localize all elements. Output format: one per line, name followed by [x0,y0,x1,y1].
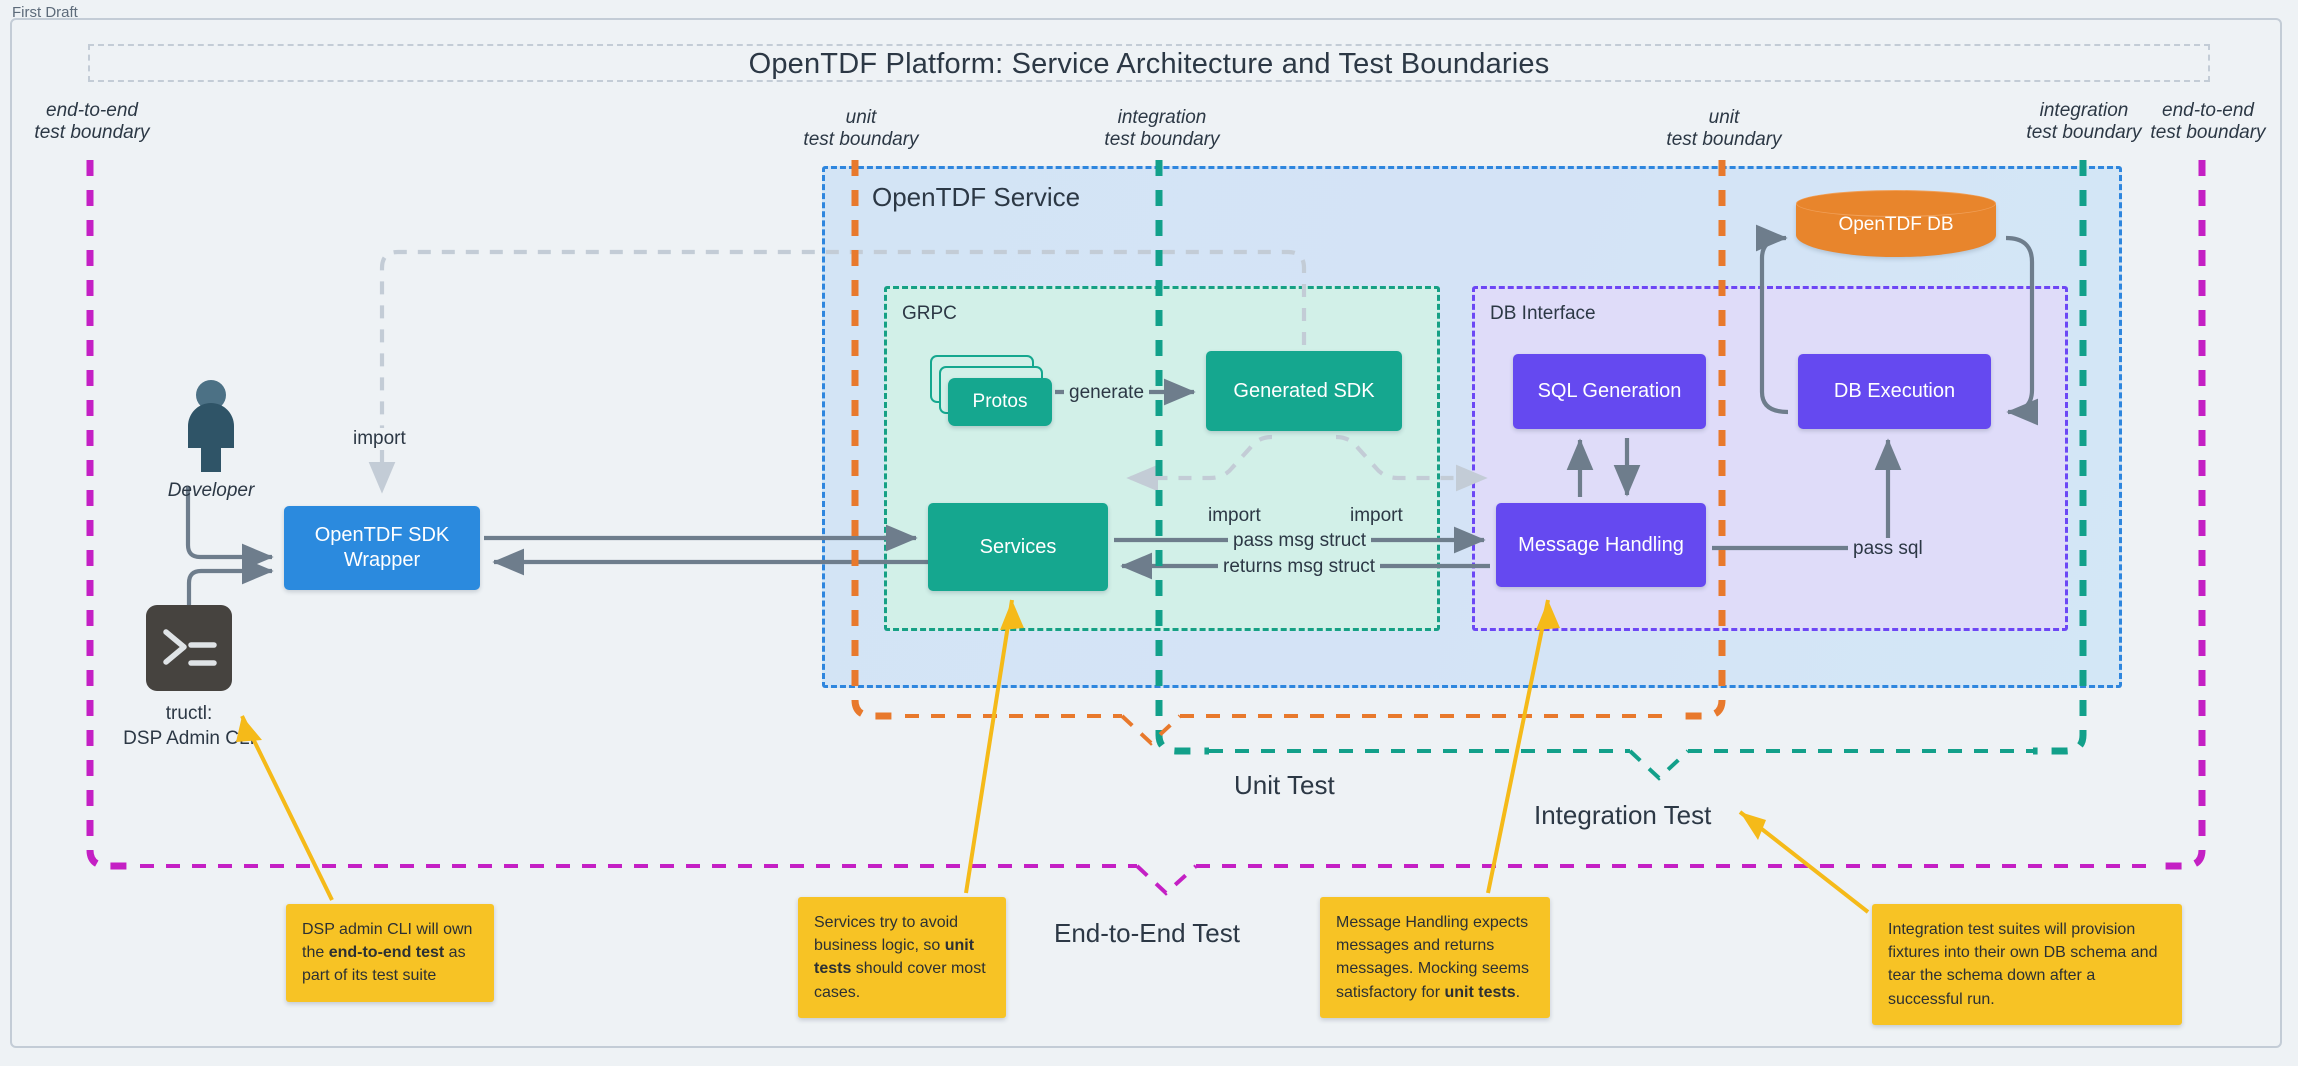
container-label-opentdf-service: OpenTDF Service [872,182,1081,212]
node-opentdf-sdk-wrapper[interactable]: OpenTDF SDK Wrapper [284,506,480,590]
note-message-handling: Message Handling expects messages and re… [1320,897,1550,1018]
boundary-caption-integ-left: integration test boundary [1104,107,1220,151]
boundary-caption-unit-left: unit test boundary [803,107,919,151]
protos-label: Protos [948,378,1052,426]
diagram-canvas: First Draft OpenTDF Platform: Service Ar… [0,0,2298,1066]
opentdf-db-label: OpenTDF DB [1838,214,1954,235]
node-message-handling[interactable]: Message Handling [1496,503,1706,587]
region-label-unit-test: Unit Test [1234,770,1335,800]
edge-label-pass-msg-struct: pass msg struct [1228,530,1372,552]
user-icon-svg [188,380,234,472]
edge-label-import-right: import [1345,505,1408,527]
container-label-db-interface: DB Interface [1490,303,1596,324]
developer-label: Developer [167,480,255,501]
node-protos[interactable]: Protos [930,355,1052,430]
db-cylinder-top [1796,190,1996,217]
boundary-caption-e2e-left: end-to-end test boundary [34,100,150,144]
node-opentdf-db[interactable]: OpenTDF DB [1796,190,1996,268]
terminal-icon [146,605,232,691]
note-cli: DSP admin CLI will own the end-to-end te… [286,904,494,1002]
user-icon [176,378,246,474]
node-db-execution[interactable]: DB Execution [1798,354,1991,429]
region-label-end-to-end-test: End-to-End Test [1054,918,1240,948]
edge-label-returns-msg-struct: returns msg struct [1218,556,1381,578]
node-sql-generation[interactable]: SQL Generation [1513,354,1706,429]
node-services[interactable]: Services [928,503,1108,591]
edge-label-import-top: import [348,428,411,450]
note-integration: Integration test suites will provision f… [1872,904,2182,1025]
node-generated-sdk[interactable]: Generated SDK [1206,351,1402,431]
terminal-icon-svg [163,629,217,666]
boundary-caption-unit-right: unit test boundary [1666,107,1782,151]
region-label-integration-test: Integration Test [1534,800,1712,830]
cli-label: tructl: DSP Admin CLI [123,703,255,749]
container-label-grpc: GRPC [902,303,957,324]
note-services: Services try to avoid business logic, so… [798,897,1006,1018]
edge-label-import-left: import [1203,505,1266,527]
page-title: OpenTDF Platform: Service Architecture a… [748,48,1550,80]
edge-label-generate: generate [1064,382,1150,404]
boundary-caption-e2e-right: end-to-end test boundary [2150,100,2266,144]
edge-label-pass-sql: pass sql [1848,538,1928,560]
